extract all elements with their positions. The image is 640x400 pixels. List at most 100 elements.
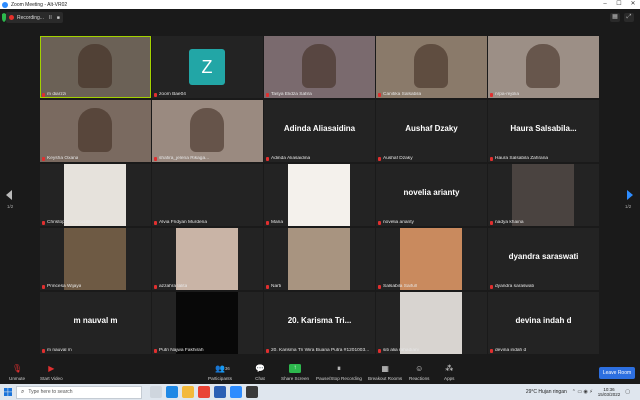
previous-page-arrow-icon[interactable] (6, 190, 12, 200)
notification-icon[interactable]: ▢ (625, 389, 630, 395)
tray-icons[interactable]: ⌃ ▭ ◉ ⚡ (572, 389, 593, 395)
clock[interactable]: 10:36 15/03/2022 (598, 387, 621, 398)
fullscreen-icon[interactable]: ⤢ (624, 13, 634, 22)
participant-tile[interactable]: Aushaf Dzaky Aushaf Dzaky (376, 100, 487, 162)
participant-tile[interactable]: Putri Najwa Fakhirah (152, 292, 263, 354)
participant-tile[interactable]: nrpa-rejolia (488, 36, 599, 98)
windows-start-icon[interactable] (0, 384, 16, 400)
participant-tile[interactable]: siti alia rahadiani (376, 292, 487, 354)
microphone-muted-icon (266, 348, 269, 353)
participant-tile[interactable]: Narti (264, 228, 375, 290)
breakout-rooms-button[interactable]: ▦ Breakout Rooms (368, 364, 402, 381)
word-icon[interactable] (214, 386, 226, 398)
participant-name-label: nadya khaina (490, 220, 524, 225)
participant-name-label: dyandra saraswati (490, 284, 534, 289)
participant-video (526, 44, 560, 88)
app-icon[interactable] (246, 386, 258, 398)
participant-tile[interactable]: Princesa Wijaya (40, 228, 151, 290)
participant-display-name: Aushaf Dzaky (405, 124, 458, 133)
participant-name: m nauval m (47, 348, 72, 353)
zoom-app-icon[interactable] (230, 386, 242, 398)
participant-tile[interactable]: nadya khaina (488, 164, 599, 226)
pause-recording-button[interactable]: ⏸ Pause/Stop Recording (316, 364, 362, 381)
participant-name-label: Putri Najwa Fakhirah (154, 348, 204, 353)
participant-name-label: 20. Karisma Tri Wira Buana Putra #120100… (266, 348, 369, 353)
participant-video (78, 44, 112, 88)
microphone-muted-icon (42, 348, 45, 353)
participant-name-label: m nauval m (42, 348, 72, 353)
participant-tile[interactable]: Keysha Oxana (40, 100, 151, 162)
edge-icon[interactable] (166, 386, 178, 398)
chat-button[interactable]: 💬 Chat (255, 364, 265, 381)
participant-tile[interactable]: Salsabila Saifull (376, 228, 487, 290)
minimize-icon[interactable]: – (598, 0, 612, 9)
start-video-button[interactable]: ▶ Start Video (40, 364, 63, 381)
participant-tile[interactable]: Haura Salsabila... Haura Salsabila Zahran… (488, 100, 599, 162)
participant-name: Keysha Oxana (47, 156, 79, 161)
participant-name-label: Adinda Aliasaidina (266, 156, 310, 161)
participant-name-label: devina indah d (490, 348, 526, 353)
participant-name-label: Salsabila Saifull (378, 284, 417, 289)
taskbar-search-box[interactable]: ⌕ Type here to search (16, 385, 142, 399)
stop-recording-icon[interactable]: ■ (57, 15, 60, 21)
participant-name-label: Christoper marpaulan (42, 220, 93, 225)
reactions-button[interactable]: ☺ Reactions (409, 364, 429, 381)
meeting-toolbar: 🎙 Unmute ▶ Start Video 👥 36 Participants … (0, 362, 640, 384)
unmute-button[interactable]: 🎙 Unmute (9, 364, 25, 381)
share-screen-button[interactable]: ↑ Share Screen (281, 364, 309, 381)
participant-tile[interactable]: Alvia Fridyan Murdena (152, 164, 263, 226)
participant-tile[interactable]: novelia arianty novelia arianty (376, 164, 487, 226)
leave-room-button[interactable]: Leave Room (599, 367, 635, 379)
page-indicator-right: 1/2 (625, 204, 632, 209)
participant-tile[interactable]: Maria (264, 164, 375, 226)
participant-tile[interactable]: devina indah d devina indah d (488, 292, 599, 354)
participant-tile[interactable]: m diarzzi (40, 36, 151, 98)
view-icon[interactable]: ▦ (610, 13, 620, 22)
participant-tile[interactable]: Zzoom Bae04 (152, 36, 263, 98)
participant-tile[interactable]: dyandra saraswati dyandra saraswati (488, 228, 599, 290)
participant-photo (288, 228, 350, 290)
participant-name: Adinda Aliasaidina (271, 156, 311, 161)
participant-tile[interactable]: shafira_jelena Rikaga... (152, 100, 263, 162)
participant-name: novelia arianty (383, 220, 414, 225)
apps-button[interactable]: ⁂ Apps (444, 364, 454, 381)
participant-name: m diarzzi (47, 92, 67, 97)
meeting-top-bar: Recording... II ■ ▦ ⤢ (0, 9, 640, 26)
file-explorer-icon[interactable] (182, 386, 194, 398)
participant-tile[interactable]: Adinda Aliasaidina Adinda Aliasaidina (264, 100, 375, 162)
participant-photo (176, 228, 238, 290)
video-grid: m diarzzi Zzoom Bae04 Tasya Elidza Safira C… (40, 36, 600, 356)
pause-recording-icon[interactable]: II (49, 15, 52, 21)
close-icon[interactable]: ✕ (626, 0, 640, 9)
windows-taskbar: ⌕ Type here to search 29°C Hujan ringan … (0, 384, 640, 400)
participant-name: Salsabila Saifull (383, 284, 417, 289)
participant-name-label: m diarzzi (42, 92, 66, 97)
task-view-icon[interactable] (150, 386, 162, 398)
participant-name: Aushaf Dzaky (383, 156, 413, 161)
participant-name: dyandra saraswati (495, 284, 534, 289)
weather-widget[interactable]: 29°C Hujan ringan (526, 389, 567, 395)
participant-name-label: azzahra lalita (154, 284, 187, 289)
participant-tile[interactable]: Tasya Elidza Safira (264, 36, 375, 98)
participants-button[interactable]: 👥 36 Participants (208, 364, 232, 381)
microphone-muted-icon (266, 220, 269, 225)
avatar: Z (189, 49, 225, 85)
participant-name: zoom Bae04 (159, 92, 186, 97)
microphone-muted-icon (490, 284, 493, 289)
participant-tile[interactable]: azzahra lalita (152, 228, 263, 290)
microphone-muted-icon (378, 156, 381, 161)
maximize-icon[interactable]: ☐ (612, 0, 626, 9)
microphone-muted-icon (154, 156, 157, 161)
participant-tile[interactable]: Christoper marpaulan (40, 164, 151, 226)
participants-icon: 👥 36 (215, 364, 230, 373)
participant-name: devina indah d (495, 348, 527, 353)
participant-photo (288, 164, 350, 226)
participant-tile[interactable]: m nauval m m nauval m (40, 292, 151, 354)
participant-tile[interactable]: 20. Karisma Tri... 20. Karisma Tri Wira B… (264, 292, 375, 354)
microphone-muted-icon: 🎙 (11, 364, 23, 373)
chrome-icon[interactable] (198, 386, 210, 398)
microphone-muted-icon (42, 156, 45, 161)
participant-name: shafira_jelena Rikaga... (159, 156, 210, 161)
participant-tile[interactable]: Canitika Salsabila (376, 36, 487, 98)
next-page-arrow-icon[interactable] (627, 190, 633, 200)
